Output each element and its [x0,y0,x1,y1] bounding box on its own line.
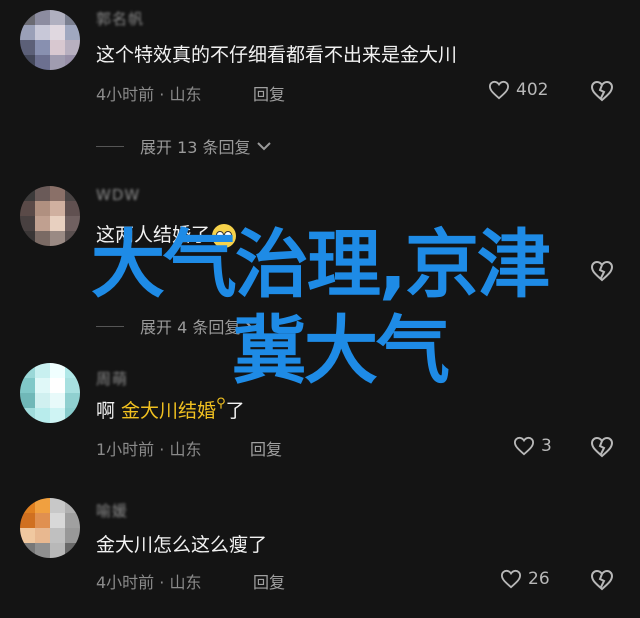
heart-icon [488,80,510,100]
avatar-pixel [35,408,50,423]
search-highlight-link[interactable]: 金大川结婚 [121,400,216,422]
reply-button[interactable]: 回复 [250,436,282,460]
avatar-pixel [20,498,35,513]
avatar-pixel [50,55,65,70]
avatar-pixel [35,186,50,201]
avatar-pixel [65,201,80,216]
avatar-pixel [35,25,50,40]
like-count: 3 [541,436,552,456]
avatar-pixel [65,186,80,201]
comment-meta: 1小时前 · 山东 [96,440,202,459]
username[interactable]: 郭名帆 [96,8,144,29]
avatar-pixel [35,393,50,408]
avatar-pixel [50,513,65,528]
username[interactable]: 喻媛 [96,500,128,521]
comment-text: 这个特效真的不仔细看都看不出来是金大川 [96,44,458,66]
avatar-pixel [65,393,80,408]
avatar-pixel [50,25,65,40]
avatar-pixel [35,498,50,513]
reply-button[interactable]: 回复 [253,81,285,105]
avatar-pixel [50,393,65,408]
avatar-pixel [35,10,50,25]
dislike-icon[interactable] [590,436,614,458]
overlay-line-1: 大气治理,京津 [90,222,551,308]
avatar-pixel [35,513,50,528]
overlay-caption: 大气治理,京津 冀大气 [0,222,640,394]
reply-button[interactable]: 回复 [253,569,285,593]
expand-label: 展开 13 条回复 [140,138,251,157]
avatar-pixel [35,40,50,55]
expand-replies-1[interactable]: 展开 13 条回复 [96,134,271,158]
avatar-pixel [20,186,35,201]
avatar-pixel [65,513,80,528]
avatar-pixel [50,186,65,201]
avatar-pixel [65,55,80,70]
avatar-pixel [20,408,35,423]
avatar-pixel [50,498,65,513]
like-count: 26 [528,569,550,589]
heart-icon [500,569,522,589]
avatar-pixel [20,393,35,408]
avatar-pixel [35,528,50,543]
avatar-pixel [20,201,35,216]
chevron-down-icon [256,142,271,151]
avatar-pixel [65,528,80,543]
avatar-pixel [65,25,80,40]
avatar-pixel [50,10,65,25]
avatar-pixel [50,408,65,423]
avatar-pixel [20,10,35,25]
heart-icon [513,436,535,456]
comment-text-prefix: 啊 [96,400,122,422]
comment-meta: 4小时前 · 山东 [96,573,202,592]
avatar[interactable] [20,498,80,558]
avatar-pixel [20,528,35,543]
avatar-pixel [20,543,35,558]
avatar-pixel [65,40,80,55]
search-icon: ⚲ [216,396,226,411]
avatar-pixel [65,10,80,25]
like-button[interactable]: 402 [488,80,548,100]
comment-text-suffix: 了 [225,400,245,422]
avatar-pixel [20,55,35,70]
avatar-pixel [50,528,65,543]
comment-text: 金大川怎么这么瘦了 [96,534,268,556]
avatar-pixel [35,543,50,558]
overlay-line-2: 冀大气 [232,308,450,394]
username[interactable]: WDW [96,186,140,204]
divider [96,145,124,147]
like-count: 402 [516,80,549,100]
avatar-pixel [20,40,35,55]
avatar-pixel [50,40,65,55]
avatar-pixel [65,408,80,423]
dislike-icon[interactable] [590,569,614,591]
dislike-icon[interactable] [590,80,614,102]
comment-text: 啊 金大川结婚⚲了 [96,396,245,423]
avatar-pixel [65,543,80,558]
avatar-pixel [35,55,50,70]
avatar-pixel [20,25,35,40]
comment-meta: 4小时前 · 山东 [96,85,202,104]
avatar-pixel [65,498,80,513]
avatar-pixel [35,201,50,216]
like-button[interactable]: 3 [513,436,552,456]
avatar-pixel [20,513,35,528]
avatar-pixel [50,201,65,216]
like-button[interactable]: 26 [500,569,550,589]
avatar[interactable] [20,10,80,70]
avatar-pixel [50,543,65,558]
